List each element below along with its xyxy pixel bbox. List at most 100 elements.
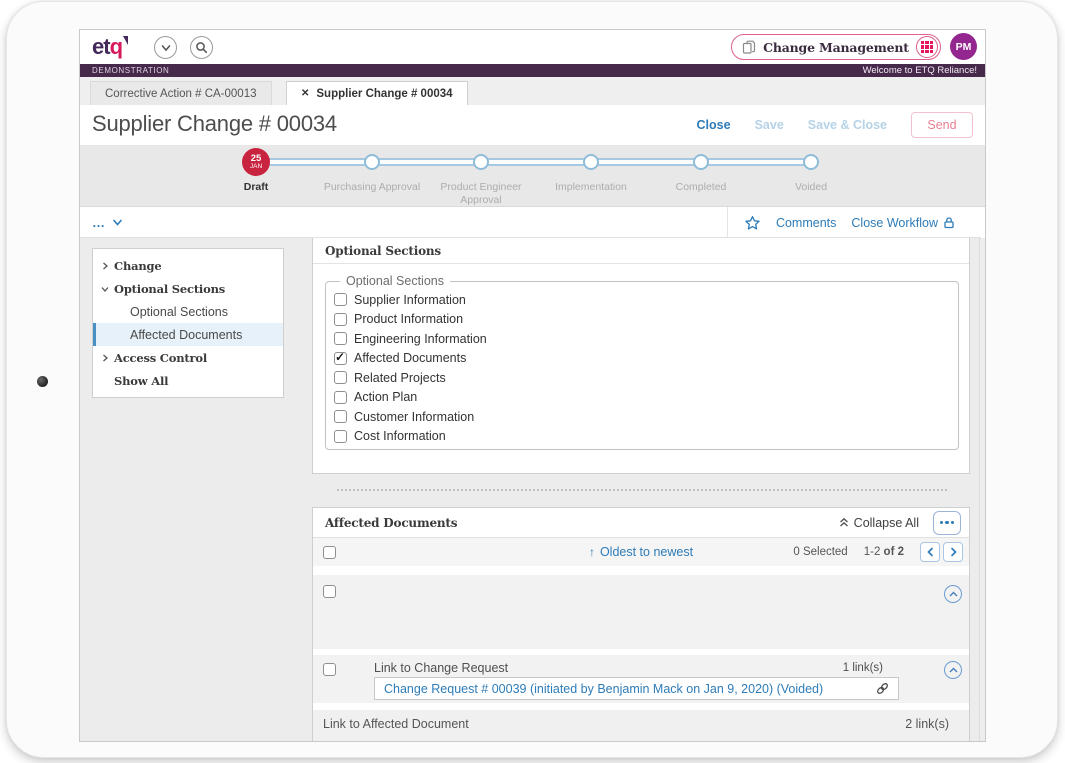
checkbox-icon[interactable] [334,391,347,404]
prev-page-button[interactable] [920,542,940,562]
close-button[interactable]: Close [697,118,731,132]
content-scrollbar[interactable] [979,238,985,741]
comments-button[interactable]: Comments [776,216,836,230]
item-checkbox[interactable] [323,663,336,676]
environment-banner: DEMONSTRATION Welcome to ETQ Reliance! [80,64,985,77]
sidebar-item-optional-sections[interactable]: Optional Sections [93,300,283,323]
document-item-2: Link to Change Request 1 link(s) Change … [313,655,969,703]
more-options-button[interactable] [933,511,961,535]
checkbox-row-customer-information[interactable]: Customer Information [334,407,958,427]
collapse-all-button[interactable]: Collapse All [839,516,919,530]
chevron-right-icon [101,262,109,270]
next-page-button[interactable] [943,542,963,562]
link-chain-icon[interactable] [875,681,890,696]
checkbox-icon[interactable] [334,313,347,326]
grid-icon [921,41,934,54]
checkbox-label: Product Information [354,312,463,326]
more-actions-button[interactable]: … [92,207,123,238]
welcome-message: Welcome to ETQ Reliance! [863,65,977,76]
affected-documents-header: Affected Documents Collapse All [313,508,969,538]
checkbox-label: Affected Documents [354,351,466,365]
section-divider [337,489,947,491]
chevron-down-icon [160,42,172,54]
step-label: Completed [646,181,756,194]
screenshot-stage: etq Change Management PM [0,0,1065,763]
step-dot [473,154,489,170]
close-workflow-button[interactable]: Close Workflow [851,216,955,230]
checkbox-icon[interactable] [334,352,347,365]
checkbox-row-product-information[interactable]: Product Information [334,310,958,330]
change-request-link-box: Change Request # 00039 (initiated by Ben… [374,677,899,700]
workflow-track [256,158,811,166]
checkbox-icon[interactable] [334,371,347,384]
send-button[interactable]: Send [911,112,973,138]
step-dot [803,154,819,170]
title-row: Supplier Change # 00034 Close Save Save … [80,105,985,145]
chevron-up-icon [949,591,958,597]
step-dot [364,154,380,170]
app-switcher-label: Change Management [756,40,916,55]
checkbox-row-affected-documents[interactable]: Affected Documents [334,349,958,369]
sidebar-item-show-all[interactable]: Show All [93,369,283,392]
step-dot [693,154,709,170]
tab-corrective-action[interactable]: Corrective Action # CA-00013 [90,81,272,105]
favorite-star-icon[interactable] [744,215,761,231]
lock-icon [943,216,955,229]
checkbox-row-related-projects[interactable]: Related Projects [334,368,958,388]
search-button[interactable] [190,36,213,59]
checkbox-icon[interactable] [334,332,347,345]
checkbox-row-cost-information[interactable]: Cost Information [334,427,958,447]
demonstration-label: DEMONSTRATION [92,66,169,75]
app-grid-button[interactable] [916,36,938,58]
tab-label: Supplier Change # 00034 [316,88,452,100]
page-title: Supplier Change # 00034 [92,111,337,137]
sidebar-item-optional-sections-group[interactable]: Optional Sections [93,277,283,300]
record-action-bar: … Comments Close Workflow [80,207,981,238]
app-switcher[interactable]: Change Management [731,34,941,60]
checkbox-row-engineering-information[interactable]: Engineering Information [334,329,958,349]
step-label: Draft [201,181,311,194]
step-label: Implementation [536,181,646,194]
optional-sections-fieldset: Optional Sections Supplier Information P… [325,274,959,450]
sidebar-item-access-control[interactable]: Access Control [93,346,283,369]
optional-sections-panel: Optional Sections Optional Sections Supp… [312,238,970,474]
checkbox-icon[interactable] [334,293,347,306]
chevron-down-icon [112,217,123,228]
save-close-button[interactable]: Save & Close [808,118,887,132]
sort-button[interactable]: ↑ Oldest to newest [589,545,693,559]
logo-mark [123,36,128,45]
checkbox-icon[interactable] [334,430,347,443]
nav-dropdown-button[interactable] [154,36,177,59]
affected-documents-panel: Affected Documents Collapse All ↑ Oldest… [312,507,970,742]
select-all-checkbox[interactable] [323,546,336,559]
collapse-item-button[interactable] [944,661,962,679]
close-workflow-label: Close Workflow [851,216,938,230]
comments-label: Comments [776,216,836,230]
item-checkbox[interactable] [323,585,336,598]
tab-close-icon[interactable]: ✕ [301,88,309,99]
change-request-link[interactable]: Change Request # 00039 (initiated by Ben… [384,682,875,696]
step-dot [583,154,599,170]
affected-document-link-count: 2 link(s) [905,717,949,742]
sidebar-item-affected-documents[interactable]: Affected Documents [93,323,283,346]
affected-documents-title: Affected Documents [325,516,839,530]
affected-document-field-row: Link to Affected Document 2 link(s) [313,710,969,742]
user-avatar[interactable]: PM [950,33,977,60]
sidebar-item-change[interactable]: Change [93,254,283,277]
collapse-all-label: Collapse All [854,516,919,530]
save-button[interactable]: Save [755,118,784,132]
checkbox-row-supplier-information[interactable]: Supplier Information [334,290,958,310]
tab-supplier-change[interactable]: ✕ Supplier Change # 00034 [286,81,468,105]
logo-q: q [110,34,122,59]
tablet-camera-dot [37,376,48,387]
checkbox-row-action-plan[interactable]: Action Plan [334,388,958,408]
etq-logo: etq [92,34,122,60]
checkbox-icon[interactable] [334,410,347,423]
step-label: Voided [756,181,866,194]
top-bar: etq Change Management PM [80,30,985,64]
ellipsis-icon [940,521,944,525]
chevron-left-icon [926,547,935,557]
section-navigation: Change Optional Sections Optional Sectio… [92,248,284,398]
documents-toolbar: ↑ Oldest to newest 0 Selected 1-2 of 2 [313,538,969,566]
collapse-item-button[interactable] [944,585,962,603]
